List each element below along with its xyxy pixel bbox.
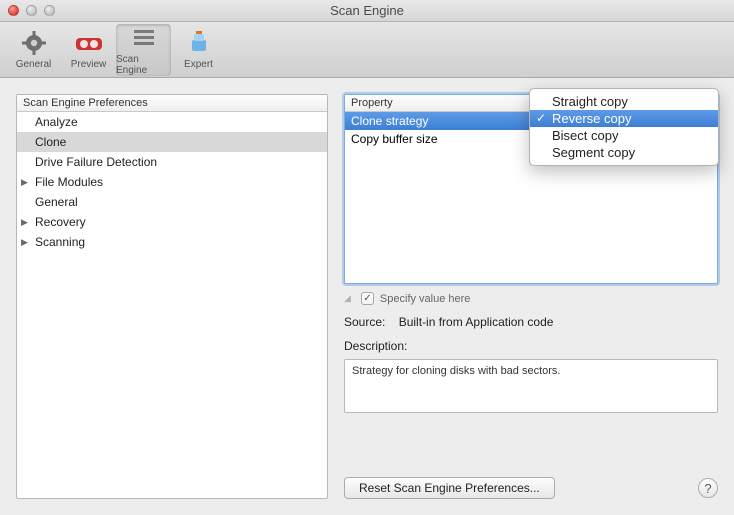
- sidebar-item-clone[interactable]: Clone: [17, 132, 327, 152]
- list-icon: [130, 24, 158, 52]
- toolbar-preview[interactable]: Preview: [61, 24, 116, 76]
- specify-value-row: ◢ ✓ Specify value here: [344, 292, 718, 305]
- toolbar-scan-engine[interactable]: Scan Engine: [116, 24, 171, 76]
- disclosure-triangle-icon[interactable]: ▶: [21, 214, 33, 230]
- preferences-tree[interactable]: Scan Engine Preferences Analyze Clone Dr…: [16, 94, 328, 499]
- toolbar-label: Preview: [71, 59, 107, 70]
- expert-icon: [185, 29, 213, 57]
- bottom-row: Reset Scan Engine Preferences... ?: [344, 457, 718, 499]
- source-value: Built-in from Application code: [399, 315, 554, 329]
- menu-item-bisect-copy[interactable]: Bisect copy: [530, 127, 718, 144]
- property-label: Copy buffer size: [351, 132, 438, 146]
- sidebar-column: Scan Engine Preferences Analyze Clone Dr…: [16, 94, 328, 499]
- clone-strategy-popup[interactable]: Straight copy Reverse copy Bisect copy S…: [529, 88, 719, 166]
- property-label: Clone strategy: [351, 114, 428, 128]
- toolbar-label: General: [16, 59, 52, 70]
- help-icon: ?: [704, 481, 711, 496]
- toolbar-expert[interactable]: Expert: [171, 24, 226, 76]
- menu-item-label: Bisect copy: [552, 128, 618, 143]
- sidebar-item-label: General: [35, 194, 78, 210]
- sidebar-item-label: File Modules: [35, 174, 103, 190]
- description-label: Description:: [344, 339, 718, 353]
- preferences-tree-header: Scan Engine Preferences: [17, 95, 327, 112]
- toolbar-label: Scan Engine: [116, 54, 171, 76]
- disclosure-triangle-icon[interactable]: ▶: [21, 234, 33, 250]
- menu-item-straight-copy[interactable]: Straight copy: [530, 93, 718, 110]
- menu-item-label: Straight copy: [552, 94, 628, 109]
- property-table[interactable]: Property Clone strategy ▲▼ Copy buffer s…: [344, 94, 718, 284]
- description-box: Strategy for cloning disks with bad sect…: [344, 359, 718, 413]
- menu-item-reverse-copy[interactable]: Reverse copy: [530, 110, 718, 127]
- menu-item-label: Reverse copy: [552, 111, 631, 126]
- sidebar-item-general[interactable]: General: [17, 192, 327, 212]
- detail-column: Property Clone strategy ▲▼ Copy buffer s…: [344, 94, 718, 499]
- window-title: Scan Engine: [0, 3, 734, 18]
- sidebar-item-recovery[interactable]: ▶Recovery: [17, 212, 327, 232]
- viewer-icon: [75, 29, 103, 57]
- resize-grip-icon[interactable]: ◢: [344, 293, 351, 304]
- sidebar-item-label: Clone: [35, 134, 66, 150]
- sidebar-item-label: Analyze: [35, 114, 78, 130]
- description-text: Strategy for cloning disks with bad sect…: [352, 365, 560, 377]
- sidebar-item-label: Recovery: [35, 214, 86, 230]
- sidebar-item-analyze[interactable]: Analyze: [17, 112, 327, 132]
- menu-item-label: Segment copy: [552, 145, 635, 160]
- sidebar-item-label: Drive Failure Detection: [35, 154, 157, 170]
- sidebar-item-file-modules[interactable]: ▶File Modules: [17, 172, 327, 192]
- sidebar-item-label: Scanning: [35, 234, 85, 250]
- specify-value-checkbox[interactable]: ✓: [361, 292, 374, 305]
- toolbar: General Preview Scan Engine Expert: [0, 22, 734, 78]
- sidebar-item-scanning[interactable]: ▶Scanning: [17, 232, 327, 252]
- sidebar-item-drive-failure[interactable]: Drive Failure Detection: [17, 152, 327, 172]
- window-titlebar: Scan Engine: [0, 0, 734, 22]
- help-button[interactable]: ?: [698, 478, 718, 498]
- source-label: Source:: [344, 315, 385, 329]
- specify-value-label: Specify value here: [380, 293, 471, 305]
- disclosure-triangle-icon[interactable]: ▶: [21, 174, 33, 190]
- gear-icon: [20, 29, 48, 57]
- toolbar-general[interactable]: General: [6, 24, 61, 76]
- source-row: Source: Built-in from Application code: [344, 315, 718, 329]
- reset-preferences-button[interactable]: Reset Scan Engine Preferences...: [344, 477, 555, 499]
- content-area: Scan Engine Preferences Analyze Clone Dr…: [0, 78, 734, 515]
- toolbar-label: Expert: [184, 59, 213, 70]
- menu-item-segment-copy[interactable]: Segment copy: [530, 144, 718, 161]
